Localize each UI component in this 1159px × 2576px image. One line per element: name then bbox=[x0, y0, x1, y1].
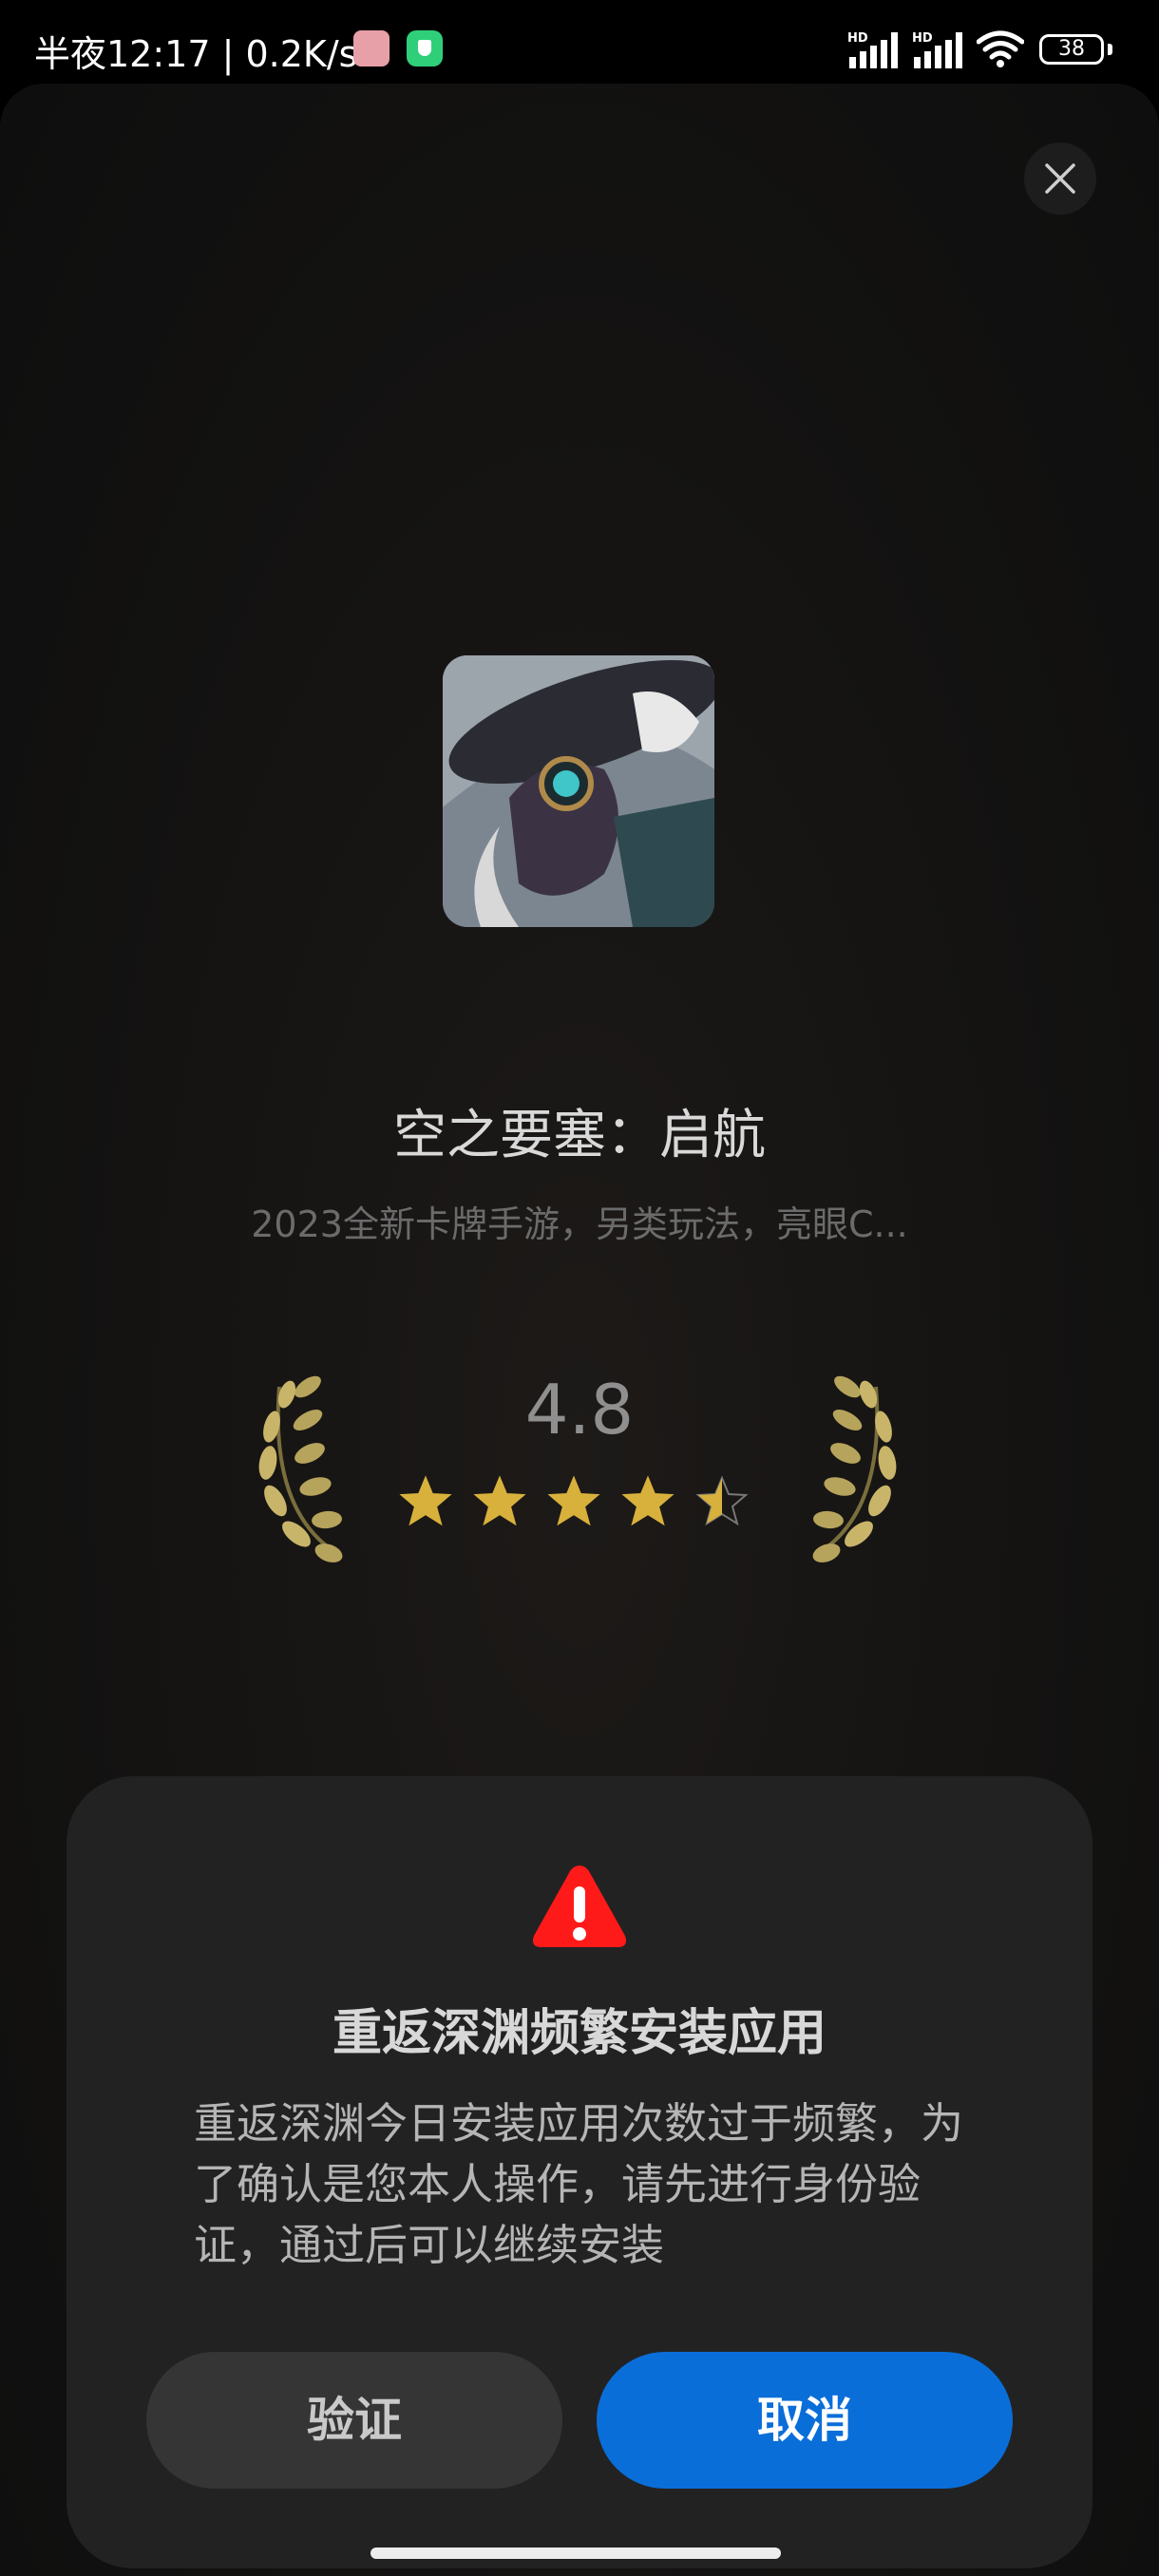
status-time: 半夜12:17 | 0.2K/s bbox=[34, 33, 358, 75]
verify-button[interactable]: 验证 bbox=[146, 2352, 562, 2489]
star-icon bbox=[399, 1475, 452, 1526]
battery-icon: 38 bbox=[1039, 34, 1104, 65]
warning-icon bbox=[533, 1866, 626, 1947]
star-icon bbox=[473, 1475, 526, 1526]
battery-cap bbox=[1108, 44, 1112, 55]
star-rating bbox=[399, 1475, 760, 1532]
security-shield-icon bbox=[407, 30, 443, 66]
close-button[interactable] bbox=[1024, 142, 1096, 215]
star-icon bbox=[695, 1475, 749, 1526]
install-warning-dialog: 重返深渊频繁安装应用 重返深渊今日安装应用次数过于频繁，为了确认是您本人操作，请… bbox=[66, 1776, 1092, 2568]
close-icon bbox=[1045, 163, 1075, 194]
status-bar: 半夜12:17 | 0.2K/s HD HD 38 bbox=[0, 0, 1159, 85]
app-title: 空之要塞：启航 bbox=[393, 1105, 766, 1166]
star-icon bbox=[621, 1475, 674, 1526]
cancel-button[interactable]: 取消 bbox=[597, 2352, 1013, 2489]
cellular-signal-icon: HD bbox=[847, 31, 898, 68]
cellular-signal-icon-2: HD bbox=[912, 31, 962, 68]
rating-value: 4.8 bbox=[524, 1370, 635, 1449]
home-indicator[interactable] bbox=[370, 2548, 781, 2559]
app-description: 2023全新卡牌手游，另类玩法，亮眼C... bbox=[251, 1203, 908, 1245]
svg-text:HD: HD bbox=[912, 31, 933, 46]
app-icon bbox=[443, 655, 714, 927]
dialog-title: 重返深渊频繁安装应用 bbox=[332, 2005, 826, 2062]
dialog-message: 重返深渊今日安装应用次数过于频繁，为了确认是您本人操作，请先进行身份验证，通过后… bbox=[194, 2098, 964, 2270]
svg-text:HD: HD bbox=[847, 31, 868, 46]
star-icon bbox=[547, 1475, 600, 1526]
wifi-icon bbox=[977, 30, 1024, 67]
notification-app-icon bbox=[353, 30, 390, 66]
app-detail-sheet: 空之要塞：启航 2023全新卡牌手游，另类玩法，亮眼C... 4.8 重返深渊频… bbox=[0, 84, 1159, 2576]
app-icon-artwork bbox=[443, 655, 714, 927]
